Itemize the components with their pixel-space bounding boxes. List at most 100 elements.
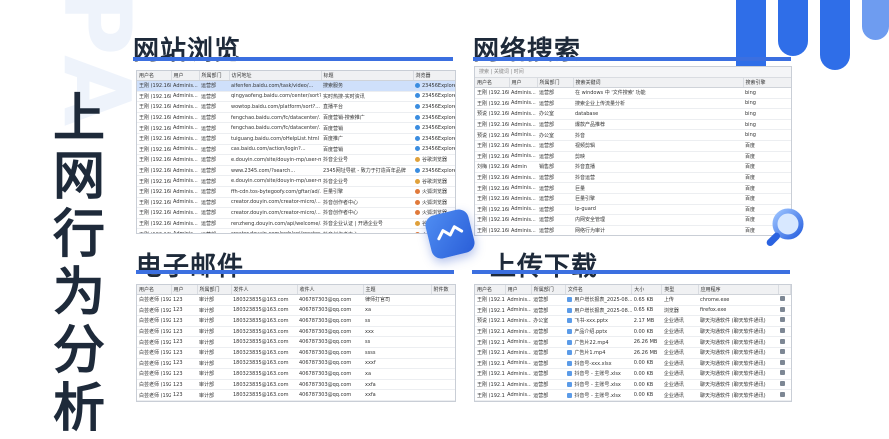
- table-row[interactable]: 王刚 (192.168.1...Adminis...运营部e.douyin.co…: [137, 176, 455, 187]
- table-row[interactable]: 王刚 (192.168.1...Adminis...运营部视频剪辑百度: [475, 140, 791, 151]
- table-row[interactable]: 王刚 (192.168.1...Adminis...运营部fengchao.ba…: [137, 123, 455, 134]
- column-header[interactable]: 所属部门: [197, 285, 231, 295]
- table-cell: 运营部: [199, 165, 229, 176]
- column-header[interactable]: 所属部门: [531, 285, 565, 295]
- table-cell: Adminis...: [171, 102, 199, 113]
- table-row[interactable]: 王刚 (192.168.1...Adminis...运营部抖音号-xxx.xls…: [475, 358, 791, 369]
- download-icon[interactable]: [780, 392, 785, 397]
- column-header[interactable]: 类型: [662, 285, 698, 295]
- column-header[interactable]: 搜索关键词: [573, 78, 743, 88]
- table-row[interactable]: 白芸老师 (192.1...123审计部180323835@163.com406…: [137, 326, 455, 337]
- download-icon[interactable]: [780, 317, 785, 322]
- download-icon[interactable]: [780, 349, 785, 354]
- column-header[interactable]: 大小: [632, 285, 662, 295]
- cell-text: 搜索服务: [323, 83, 343, 89]
- table-row[interactable]: 刘梅 (192.168.1...Admin销售部抖音直播百度: [475, 162, 791, 173]
- download-icon[interactable]: [780, 339, 785, 344]
- transfer-table: 用户名 用户 所属部门 文件名 大小 类型 应用程序 王刚 (192.168.1…: [475, 285, 791, 401]
- table-cell: 百度营销: [321, 144, 413, 155]
- table-row[interactable]: 王刚 (192.168.1...Adminis...运营部e.douyin.co…: [137, 155, 455, 166]
- table-cell: 王刚 (192.168.1...: [137, 102, 171, 113]
- table-row[interactable]: 王刚 (192.168.1...Adminis...运营部ffh-cdn.tos…: [137, 186, 455, 197]
- table-row[interactable]: 王刚 (192.168.1...Adminis...运营部ip-guard百度: [475, 204, 791, 215]
- table-cell: 巨量引擎: [321, 186, 413, 197]
- column-header[interactable]: 应用程序: [698, 285, 778, 295]
- download-icon[interactable]: [780, 296, 785, 301]
- table-row[interactable]: 王刚 (192.168.1...Adminis...运营部qingyaofeng…: [137, 91, 455, 102]
- column-header[interactable]: 搜索引擎: [743, 78, 791, 88]
- table-cell: creator.douyin.com/creator-micro/...: [229, 208, 321, 219]
- download-icon[interactable]: [780, 370, 785, 375]
- table-row[interactable]: 白芸老师 (192.1...123审计部180323835@163.com406…: [137, 295, 455, 306]
- table-row[interactable]: 王刚 (192.168.1...Adminis...运营部抖音号 - 主账号.x…: [475, 379, 791, 390]
- column-header[interactable]: 访问地址: [229, 71, 321, 81]
- table-row[interactable]: 白芸老师 (192.1...123审计部180323835@163.com406…: [137, 390, 455, 401]
- table-row[interactable]: 白芸老师 (192.1...123审计部180323835@163.com406…: [137, 305, 455, 316]
- table-row[interactable]: 王刚 (192.168.1...Adminis...运营部抖音运营百度: [475, 172, 791, 183]
- table-row[interactable]: 白芸老师 (192.1...123审计部180323835@163.com406…: [137, 379, 455, 390]
- download-icon[interactable]: [780, 307, 785, 312]
- table-row[interactable]: 王刚 (192.168.1...Adminis...运营部抖音号 - 主账号.x…: [475, 369, 791, 380]
- column-header[interactable]: 用户名: [137, 71, 171, 81]
- cell-text: 运营部: [533, 361, 548, 367]
- column-header[interactable]: 用户名: [475, 285, 505, 295]
- column-header[interactable]: 标题: [321, 71, 413, 81]
- table-row[interactable]: 白芸老师 (192.1...123审计部180323835@163.com406…: [137, 400, 455, 402]
- table-row[interactable]: 王刚 (192.168.1...Adminis...运营部搜索企业上传流量分析b…: [475, 98, 791, 109]
- table-cell: 180323835@163.com: [231, 358, 297, 369]
- table-row[interactable]: 王刚 (192.168.1...Adminis...运营部creator.dou…: [137, 197, 455, 208]
- table-row[interactable]: 王刚 (192.168.1...Adminis...运营部tuiguang.ba…: [137, 133, 455, 144]
- table-row[interactable]: 王刚 (192.168.1...Adminis...运营部爆款产品推荐bing: [475, 119, 791, 130]
- table-row[interactable]: 王刚 (192.168.1...Adminis...运营部产品介绍.pptx0.…: [475, 326, 791, 337]
- table-row[interactable]: 白芸老师 (192.1...123审计部180323835@163.com406…: [137, 347, 455, 358]
- download-icon[interactable]: [780, 381, 785, 386]
- table-row[interactable]: 白芸老师 (192.1...123审计部180323835@163.com406…: [137, 358, 455, 369]
- column-header[interactable]: 收件人: [297, 285, 363, 295]
- table-row[interactable]: 王刚 (192.168.1...Adminis...运营部广告片22.mp426…: [475, 337, 791, 348]
- column-header[interactable]: 文件名: [565, 285, 631, 295]
- column-header[interactable]: 附件数: [431, 285, 455, 295]
- table-cell: 0.00 KB: [632, 326, 662, 337]
- table-row[interactable]: 王刚 (192.168.1...Adminis...运营部aifenfen.ba…: [137, 81, 455, 92]
- table-row[interactable]: 王刚 (192.168.1...Adminis...运营部网络行为审计百度: [475, 225, 791, 236]
- table-row[interactable]: 王刚 (192.168.1...Adminis...运营部用户增长报表_2025…: [475, 305, 791, 316]
- table-cell: 23456Explorer.exe: [413, 144, 455, 155]
- column-header[interactable]: 所属部门: [199, 71, 229, 81]
- cell-text: 运营部: [201, 126, 216, 132]
- column-header[interactable]: 所属部门: [537, 78, 573, 88]
- table-row[interactable]: 王刚 (192.168.1...Adminis...运营部renzheng.do…: [137, 218, 455, 229]
- cell-text: 巨量引擎: [323, 189, 343, 195]
- column-header[interactable]: 用户: [509, 78, 537, 88]
- table-row[interactable]: 王刚 (192.168.1...Adminis...运营部巨量引擎百度: [475, 193, 791, 204]
- table-row[interactable]: 王刚 (192.168.1...Adminis...运营部creator.dou…: [137, 229, 455, 234]
- table-row[interactable]: 王刚 (192.168.1...Adminis...运营部wowtop.baid…: [137, 102, 455, 113]
- table-row[interactable]: 王刚 (192.168.1...Adminis...运营部抖音号 - 主账号.x…: [475, 390, 791, 401]
- table-row[interactable]: 预说 (192.168.1...Adminis...办公室databasebin…: [475, 109, 791, 120]
- table-row[interactable]: 白芸老师 (192.1...123审计部180323835@163.com406…: [137, 369, 455, 380]
- column-header[interactable]: 主题: [363, 285, 431, 295]
- column-header[interactable]: 用户: [505, 285, 531, 295]
- table-row[interactable]: 王刚 (192.168.1...Adminis...运营部在 windows 中…: [475, 88, 791, 99]
- table-row[interactable]: 王刚 (192.168.1...Adminis...运营部广告片1.mp426.…: [475, 347, 791, 358]
- column-header[interactable]: 用户名: [137, 285, 171, 295]
- table-cell: 办公室: [537, 109, 573, 120]
- column-header[interactable]: 用户名: [475, 78, 509, 88]
- table-row[interactable]: 白芸老师 (192.1...123审计部180323835@163.com406…: [137, 337, 455, 348]
- table-row[interactable]: 王刚 (192.168.1...Adminis...运营部内网安全管理百度: [475, 215, 791, 226]
- column-header[interactable]: 发件人: [231, 285, 297, 295]
- table-row[interactable]: 预说 (192.168.1...Adminis...办公室飞书-xxx.pptx…: [475, 316, 791, 327]
- table-row[interactable]: 王刚 (192.168.1...Adminis...运营部剪映百度: [475, 151, 791, 162]
- table-row[interactable]: 王刚 (192.168.1...Adminis...运营部巨量百度: [475, 183, 791, 194]
- column-header[interactable]: 浏览器: [413, 71, 455, 81]
- table-row[interactable]: 王刚 (192.168.1...Adminis...运营部cas.baidu.c…: [137, 144, 455, 155]
- table-row[interactable]: 王刚 (192.168.1...Adminis...运营部creator.dou…: [137, 208, 455, 219]
- column-header[interactable]: 用户: [171, 71, 199, 81]
- table-row[interactable]: 预说 (192.168.1...Adminis...办公室抖音bing: [475, 130, 791, 141]
- table-row[interactable]: 白芸老师 (192.1...123审计部180323835@163.com406…: [137, 316, 455, 327]
- table-row[interactable]: 王刚 (192.168.1...Adminis...运营部fengchao.ba…: [137, 112, 455, 123]
- download-icon[interactable]: [780, 360, 785, 365]
- column-header[interactable]: 用户: [171, 285, 197, 295]
- table-row[interactable]: 王刚 (192.168.1...Adminis...运营部用户增长报表_2025…: [475, 295, 791, 306]
- table-row[interactable]: 王刚 (192.168.1...Adminis...运营部www.2345.co…: [137, 165, 455, 176]
- download-icon[interactable]: [780, 328, 785, 333]
